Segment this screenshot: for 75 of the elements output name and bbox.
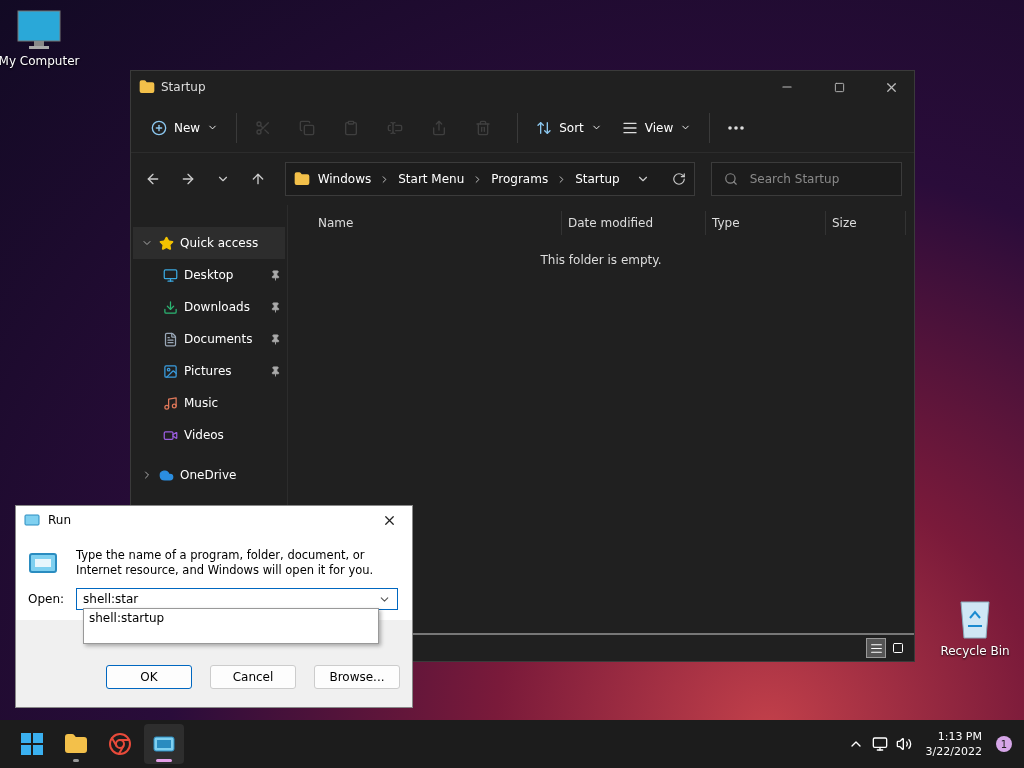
cloud-icon xyxy=(159,467,174,483)
desktop-icon xyxy=(163,267,178,283)
dialog-button[interactable]: OK xyxy=(106,665,192,689)
sidebar-item[interactable]: Quick access xyxy=(133,227,285,259)
music-icon xyxy=(163,395,178,411)
sort-icon xyxy=(536,119,553,136)
new-icon xyxy=(151,119,167,136)
share-icon xyxy=(431,119,448,136)
clock-time[interactable]: 1:13 PM xyxy=(937,730,982,743)
breadcrumb[interactable]: Programs xyxy=(491,172,549,186)
run-icon xyxy=(28,552,58,574)
new-button[interactable]: New xyxy=(143,110,227,145)
button-label: New xyxy=(174,120,201,135)
cut-icon xyxy=(255,119,272,136)
open-input[interactable]: shell:star xyxy=(83,592,378,606)
folder-icon xyxy=(293,171,310,187)
square-icon xyxy=(892,642,904,654)
desktop-icon-label[interactable]: My Computer xyxy=(0,54,80,68)
network-icon[interactable] xyxy=(871,736,888,752)
delete-icon xyxy=(475,119,492,136)
recycle-bin-icon[interactable] xyxy=(957,598,993,640)
sidebar-item[interactable]: OneDrive xyxy=(133,459,285,491)
run-icon xyxy=(153,736,175,752)
browser-icon xyxy=(108,732,132,756)
pictures-icon xyxy=(163,363,178,379)
window-title: Startup xyxy=(161,80,207,94)
documents-icon xyxy=(163,331,178,347)
windows-logo-icon xyxy=(21,733,43,755)
sidebar-item[interactable]: Downloads xyxy=(133,291,285,323)
run-taskbar-button[interactable] xyxy=(144,724,184,764)
sidebar-item[interactable]: Pictures xyxy=(133,355,285,387)
column-header[interactable]: Name xyxy=(288,211,562,235)
more-icon xyxy=(728,125,745,130)
star-icon xyxy=(159,235,174,251)
sort-button[interactable]: Sort xyxy=(528,110,610,145)
volume-icon[interactable] xyxy=(895,736,912,752)
search-input[interactable]: Search Startup xyxy=(747,171,888,187)
autocomplete-item[interactable]: shell:startup xyxy=(89,611,373,625)
notification-badge[interactable]: 1 xyxy=(996,736,1012,752)
address-bar[interactable]: Windows Start Menu Programs Startup xyxy=(284,162,695,196)
downloads-icon xyxy=(163,299,178,315)
sidebar-item[interactable]: Music xyxy=(133,387,285,419)
breadcrumb[interactable]: Startup xyxy=(575,172,620,186)
maximize-icon xyxy=(833,81,845,93)
search-icon xyxy=(723,172,738,186)
dialog-button[interactable]: Browse... xyxy=(314,665,400,689)
column-header[interactable]: Size xyxy=(826,211,906,235)
folder-icon xyxy=(64,732,88,756)
details-view-button[interactable] xyxy=(866,638,886,658)
dialog-description: Type the name of a program, folder, document, or Internet resource, and Windows will open it for you. xyxy=(76,548,375,578)
desktop-icon-label[interactable]: Recycle Bin xyxy=(940,644,1010,658)
button-label: Sort xyxy=(559,120,584,135)
column-header[interactable]: Date modified xyxy=(562,211,706,235)
monitor-icon[interactable] xyxy=(17,10,61,50)
list-icon xyxy=(869,641,883,655)
button-label: View xyxy=(644,120,674,135)
open-label: Open: xyxy=(28,592,65,606)
clock-date[interactable]: 3/22/2022 xyxy=(925,745,982,758)
copy-icon xyxy=(299,119,316,136)
sidebar-item[interactable]: Desktop xyxy=(133,259,285,291)
run-icon xyxy=(24,514,40,526)
rename-icon xyxy=(387,119,404,136)
breadcrumb[interactable]: Start Menu xyxy=(398,172,465,186)
paste-icon xyxy=(343,119,360,136)
search-box[interactable]: Search Startup xyxy=(710,162,902,196)
view-button[interactable]: View xyxy=(613,110,700,145)
sidebar-item[interactable]: Videos xyxy=(133,419,285,451)
empty-folder-message: This folder is empty. xyxy=(540,253,662,267)
column-header[interactable]: Type xyxy=(706,211,826,235)
dialog-button[interactable]: Cancel xyxy=(210,665,296,689)
dialog-title: Run xyxy=(48,513,72,527)
breadcrumb[interactable]: Windows xyxy=(317,172,372,186)
refresh-icon[interactable] xyxy=(671,172,686,186)
folder-icon xyxy=(139,79,155,95)
sidebar-item[interactable]: Documents xyxy=(133,323,285,355)
